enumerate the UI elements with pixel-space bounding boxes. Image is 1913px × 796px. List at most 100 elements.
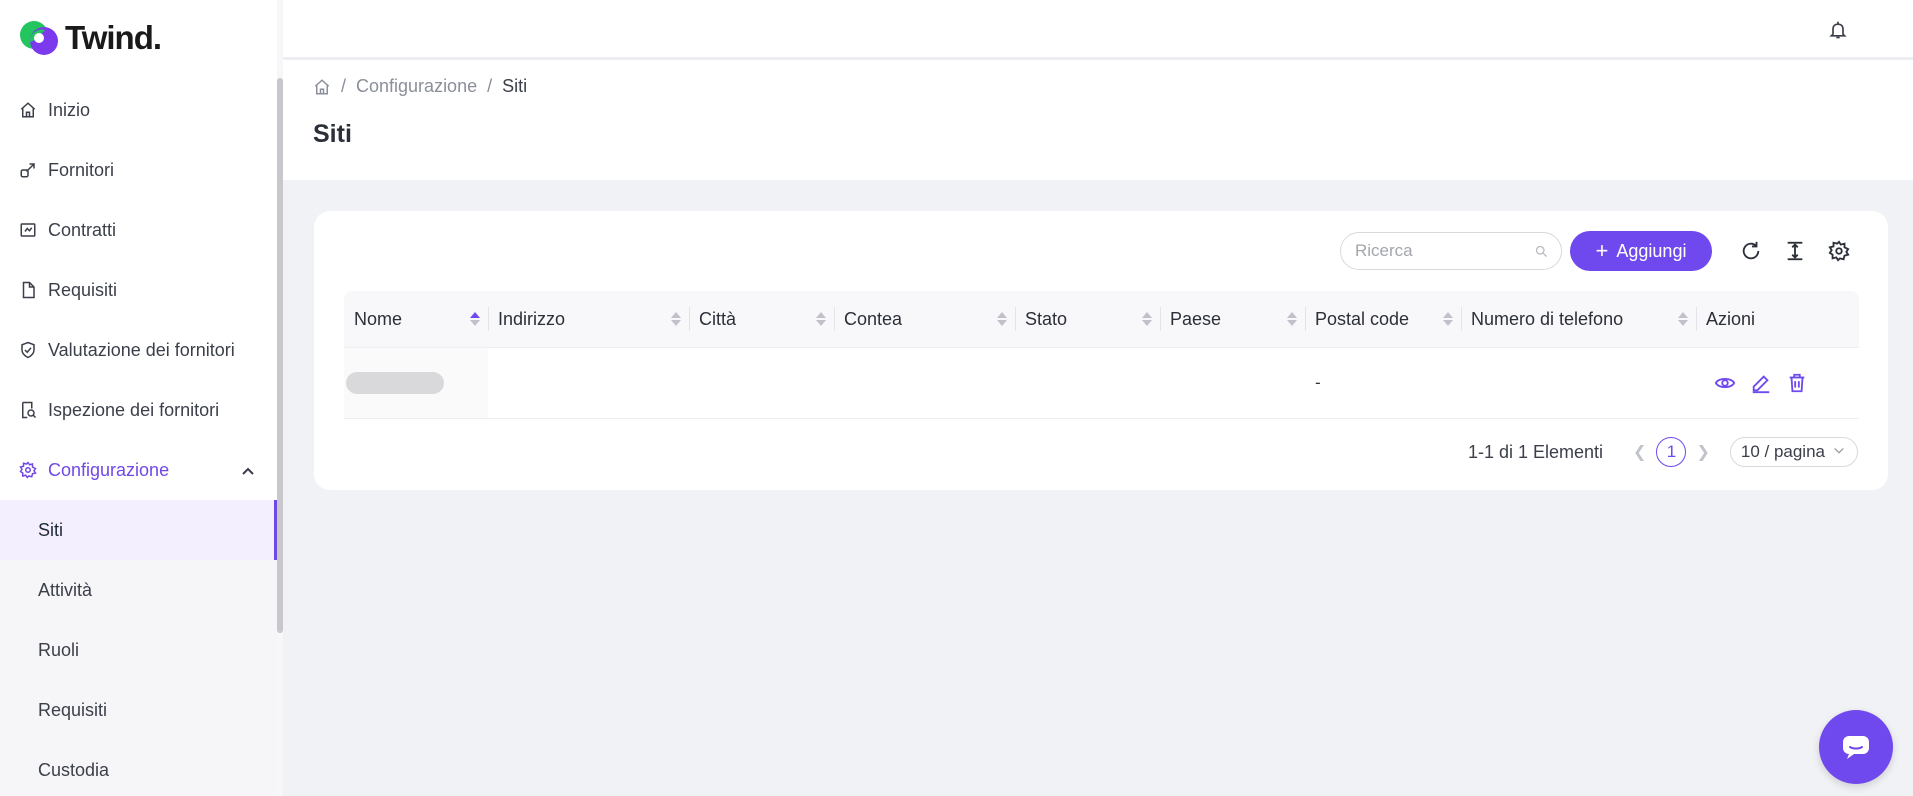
cell-nome xyxy=(344,348,488,418)
search-icon[interactable] xyxy=(1534,244,1549,259)
column-header-stato[interactable]: Stato xyxy=(1015,291,1160,347)
cell-indirizzo xyxy=(488,348,689,418)
chat-icon xyxy=(1841,734,1871,760)
pagination-total: 1-1 di 1 Elementi xyxy=(1467,441,1604,462)
breadcrumb-separator: / xyxy=(487,76,493,96)
column-label: Stato xyxy=(1025,308,1068,329)
sort-icon[interactable] xyxy=(671,312,681,326)
column-label: Città xyxy=(699,308,737,329)
column-header-paese[interactable]: Paese xyxy=(1160,291,1305,347)
chat-button[interactable] xyxy=(1819,710,1893,784)
sites-table: Nome Indirizzo Città Contea Stato Paese xyxy=(344,291,1859,419)
sidebar-subitem-label: Custodia xyxy=(38,759,110,780)
sidebar-item-label: Ispezione dei fornitori xyxy=(48,399,220,420)
column-label: Numero di telefono xyxy=(1471,308,1624,329)
sidebar-item-contratti[interactable]: Contratti xyxy=(0,200,277,260)
sidebar-subitem-label: Ruoli xyxy=(38,639,80,660)
sidebar-item-configurazione[interactable]: Configurazione xyxy=(0,440,277,500)
sort-icon[interactable] xyxy=(1287,312,1297,326)
page-header: / Configurazione / Siti Siti xyxy=(283,60,1913,180)
cell-contea xyxy=(834,348,1015,418)
bell-icon[interactable] xyxy=(1828,19,1848,46)
pagination: 1-1 di 1 Elementi ❮ 1 ❯ 10 / pagina xyxy=(1468,437,1858,467)
sidebar-subitem-label: Siti xyxy=(38,519,64,540)
settings-icon[interactable] xyxy=(1822,234,1856,268)
page-size-select[interactable]: 10 / pagina xyxy=(1729,437,1858,467)
column-header-indirizzo[interactable]: Indirizzo xyxy=(488,291,689,347)
breadcrumb: / Configurazione / Siti xyxy=(313,76,527,97)
page-title: Siti xyxy=(313,120,352,148)
sort-icon[interactable] xyxy=(470,312,480,326)
sidebar-subitem-custodia[interactable]: Custodia xyxy=(0,740,277,796)
chevron-left-icon[interactable]: ❮ xyxy=(1633,442,1646,462)
sidebar-subitem-requisiti[interactable]: Requisiti xyxy=(0,680,277,740)
chevron-right-icon[interactable]: ❯ xyxy=(1696,442,1709,462)
sidebar-item-valutazione[interactable]: Valutazione dei fornitori xyxy=(0,320,277,380)
sort-icon[interactable] xyxy=(1443,312,1453,326)
column-label: Paese xyxy=(1170,308,1222,329)
breadcrumb-current: Siti xyxy=(502,76,528,96)
brand-name: Twind. xyxy=(65,19,162,56)
sidebar-item-fornitori[interactable]: Fornitori xyxy=(0,140,277,200)
chevron-up-icon xyxy=(241,462,255,483)
table-row: - xyxy=(344,348,1859,419)
document-icon xyxy=(18,280,38,300)
gear-icon xyxy=(18,460,38,480)
inspection-icon xyxy=(18,400,38,420)
sort-icon[interactable] xyxy=(816,312,826,326)
column-header-nome[interactable]: Nome xyxy=(344,291,488,347)
page-size-value: 10 / pagina xyxy=(1740,442,1825,461)
refresh-icon[interactable] xyxy=(1734,234,1768,268)
sort-icon[interactable] xyxy=(997,312,1007,326)
sidebar-item-label: Valutazione dei fornitori xyxy=(48,339,235,360)
column-label: Nome xyxy=(354,308,403,329)
sidebar-item-label: Configurazione xyxy=(48,459,170,480)
top-bar xyxy=(283,0,1913,58)
sidebar: Twind. Inizio Fornitori Contratti Requis… xyxy=(0,0,283,796)
sidebar-item-inizio[interactable]: Inizio xyxy=(0,80,277,140)
column-header-telefono[interactable]: Numero di telefono xyxy=(1461,291,1696,347)
page-number[interactable]: 1 xyxy=(1656,437,1687,467)
shield-check-icon xyxy=(18,340,38,360)
column-header-postal-code[interactable]: Postal code xyxy=(1305,291,1461,347)
cell-postal-code: - xyxy=(1315,373,1321,392)
delete-icon[interactable] xyxy=(1786,372,1808,394)
add-button-label: Aggiungi xyxy=(1616,240,1687,261)
chevron-down-icon xyxy=(1833,442,1845,462)
cell-azioni xyxy=(1696,348,1859,418)
column-header-contea[interactable]: Contea xyxy=(834,291,1015,347)
sidebar-item-label: Contratti xyxy=(48,219,117,240)
home-icon[interactable] xyxy=(313,78,331,96)
column-label: Azioni xyxy=(1706,308,1756,329)
breadcrumb-section[interactable]: Configurazione xyxy=(356,76,477,97)
table-toolbar: + Aggiungi xyxy=(1340,231,1856,271)
sort-icon[interactable] xyxy=(1678,312,1688,326)
search-input[interactable] xyxy=(1355,241,1534,261)
column-header-citta[interactable]: Città xyxy=(689,291,834,347)
sort-icon[interactable] xyxy=(1142,312,1152,326)
breadcrumb-separator: / xyxy=(341,76,347,96)
main-nav: Inizio Fornitori Contratti Requisiti Val… xyxy=(0,80,277,796)
sidebar-subitem-label: Attività xyxy=(38,579,93,600)
sidebar-item-ispezione[interactable]: Ispezione dei fornitori xyxy=(0,380,277,440)
density-icon[interactable] xyxy=(1778,234,1812,268)
logo[interactable]: Twind. xyxy=(19,18,162,58)
view-icon[interactable] xyxy=(1714,372,1736,394)
sidebar-subitem-ruoli[interactable]: Ruoli xyxy=(0,620,277,680)
sidebar-subitem-label: Requisiti xyxy=(38,699,108,720)
contract-icon xyxy=(18,220,38,240)
edit-icon[interactable] xyxy=(1750,372,1772,394)
sites-card: + Aggiungi Nome Indirizzo Città xyxy=(314,211,1888,490)
cell-stato xyxy=(1015,348,1160,418)
add-button[interactable]: + Aggiungi xyxy=(1570,231,1712,271)
cell-telefono xyxy=(1461,348,1696,418)
twind-logo-icon xyxy=(19,18,59,58)
sidebar-subitem-attivita[interactable]: Attività xyxy=(0,560,277,620)
sidebar-item-requisiti[interactable]: Requisiti xyxy=(0,260,277,320)
link-icon xyxy=(18,160,38,180)
loading-skeleton xyxy=(346,372,444,394)
cell-paese xyxy=(1160,348,1305,418)
sidebar-item-label: Fornitori xyxy=(48,159,115,180)
sidebar-subitem-siti[interactable]: Siti xyxy=(0,500,277,560)
column-label: Contea xyxy=(844,308,903,329)
